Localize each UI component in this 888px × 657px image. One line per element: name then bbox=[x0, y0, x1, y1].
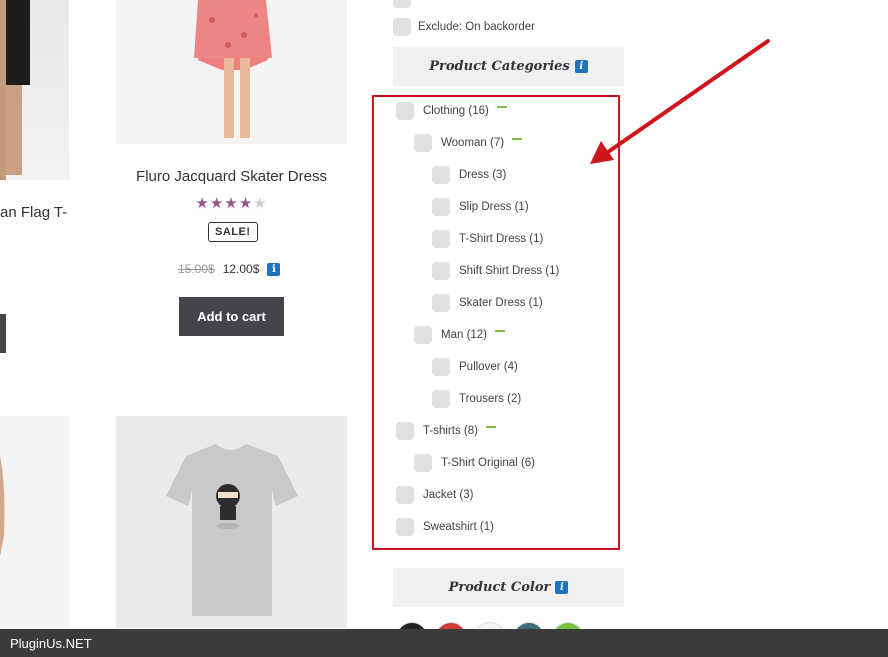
category-checkbox[interactable] bbox=[396, 102, 414, 120]
star-empty-icon: ★ bbox=[253, 195, 268, 212]
category-label: Jacket (3) bbox=[423, 489, 474, 501]
info-icon[interactable]: i bbox=[555, 581, 569, 594]
category-item[interactable]: Jacket (3) bbox=[396, 486, 474, 504]
category-item[interactable]: Skater Dress (1) bbox=[432, 294, 543, 312]
highlight-box bbox=[372, 95, 620, 550]
category-checkbox[interactable] bbox=[432, 198, 450, 216]
previous-checkbox-partial[interactable] bbox=[393, 0, 411, 8]
category-label: Slip Dress (1) bbox=[459, 201, 529, 213]
category-label: Shift Shirt Dress (1) bbox=[459, 265, 560, 277]
category-checkbox[interactable] bbox=[432, 230, 450, 248]
info-icon[interactable]: i bbox=[574, 60, 588, 73]
collapse-icon[interactable] bbox=[496, 106, 507, 108]
product-color-header: Product Color i bbox=[393, 568, 624, 607]
category-checkbox[interactable] bbox=[414, 326, 432, 344]
dress-image-icon bbox=[194, 0, 272, 138]
category-item[interactable]: T-Shirt Original (6) bbox=[414, 454, 535, 472]
category-checkbox[interactable] bbox=[396, 486, 414, 504]
info-icon[interactable]: i bbox=[267, 262, 281, 276]
category-item[interactable]: Sweatshirt (1) bbox=[396, 518, 494, 536]
category-label: T-Shirt Dress (1) bbox=[459, 233, 544, 245]
add-to-cart-button-left[interactable] bbox=[0, 314, 6, 353]
category-label: Skater Dress (1) bbox=[459, 297, 543, 309]
category-item[interactable]: Clothing (16) bbox=[396, 102, 507, 120]
footer-bar: PluginUs.NET bbox=[0, 629, 888, 657]
tshirt-image-icon bbox=[166, 444, 298, 616]
sale-badge: SALE! bbox=[208, 222, 258, 242]
category-item[interactable]: Wooman (7) bbox=[414, 134, 523, 152]
category-label: T-Shirt Original (6) bbox=[441, 457, 535, 469]
category-label: Trousers (2) bbox=[459, 393, 522, 405]
category-item[interactable]: Man (12) bbox=[414, 326, 506, 344]
category-label: Pullover (4) bbox=[459, 361, 518, 373]
category-checkbox[interactable] bbox=[432, 262, 450, 280]
category-label: Clothing (16) bbox=[423, 105, 489, 117]
product-image-left-bottom[interactable] bbox=[0, 416, 69, 628]
category-label: Sweatshirt (1) bbox=[423, 521, 494, 533]
star-icon: ★ bbox=[224, 195, 239, 212]
category-item[interactable]: T-Shirt Dress (1) bbox=[432, 230, 543, 248]
category-checkbox[interactable] bbox=[396, 518, 414, 536]
collapse-icon[interactable] bbox=[485, 426, 496, 428]
category-checkbox[interactable] bbox=[396, 422, 414, 440]
category-checkbox[interactable] bbox=[432, 358, 450, 376]
footer-brand[interactable]: PluginUs.NET bbox=[10, 636, 92, 651]
price-new: 12.00$ bbox=[222, 262, 260, 276]
price-row: 15.00$ 12.00$ i bbox=[178, 262, 281, 276]
collapse-icon[interactable] bbox=[495, 330, 506, 332]
price-old: 15.00$ bbox=[178, 262, 215, 276]
category-item[interactable]: Pullover (4) bbox=[432, 358, 518, 376]
product-color-title: Product Color bbox=[448, 580, 551, 595]
exclude-backorder-row[interactable]: Exclude: On backorder bbox=[393, 18, 535, 36]
category-label: T-shirts (8) bbox=[423, 425, 478, 437]
category-label: Man (12) bbox=[441, 329, 488, 341]
category-label: Wooman (7) bbox=[441, 137, 505, 149]
rating-stars: ★★★★★ bbox=[116, 194, 347, 212]
star-icon: ★ bbox=[195, 195, 210, 212]
product-categories-header: Product Categories i bbox=[393, 47, 624, 86]
category-checkbox[interactable] bbox=[432, 294, 450, 312]
star-icon: ★ bbox=[238, 195, 254, 212]
category-checkbox[interactable] bbox=[414, 134, 432, 152]
category-item[interactable]: Shift Shirt Dress (1) bbox=[432, 262, 559, 280]
product-image-left-top[interactable] bbox=[0, 0, 69, 180]
exclude-backorder-checkbox[interactable] bbox=[393, 18, 411, 36]
person-figure-icon bbox=[0, 456, 5, 556]
category-checkbox[interactable] bbox=[432, 166, 450, 184]
collapse-icon[interactable] bbox=[512, 138, 523, 140]
product-image-dress[interactable] bbox=[116, 0, 347, 144]
category-item[interactable]: T-shirts (8) bbox=[396, 422, 496, 440]
exclude-backorder-label: Exclude: On backorder bbox=[418, 21, 535, 33]
category-label: Dress (3) bbox=[459, 169, 507, 181]
star-icon: ★ bbox=[209, 195, 225, 212]
add-to-cart-button[interactable]: Add to cart bbox=[179, 297, 284, 336]
product-categories-title: Product Categories bbox=[429, 59, 570, 74]
product-title-left[interactable]: an Flag T- bbox=[0, 204, 67, 221]
product-title-dress[interactable]: Fluro Jacquard Skater Dress bbox=[116, 168, 347, 185]
category-item[interactable]: Slip Dress (1) bbox=[432, 198, 529, 216]
person-figure-icon bbox=[0, 0, 30, 180]
category-item[interactable]: Dress (3) bbox=[432, 166, 506, 184]
product-image-tshirt[interactable] bbox=[116, 416, 347, 628]
category-item[interactable]: Trousers (2) bbox=[432, 390, 521, 408]
category-checkbox[interactable] bbox=[414, 454, 432, 472]
category-checkbox[interactable] bbox=[432, 390, 450, 408]
